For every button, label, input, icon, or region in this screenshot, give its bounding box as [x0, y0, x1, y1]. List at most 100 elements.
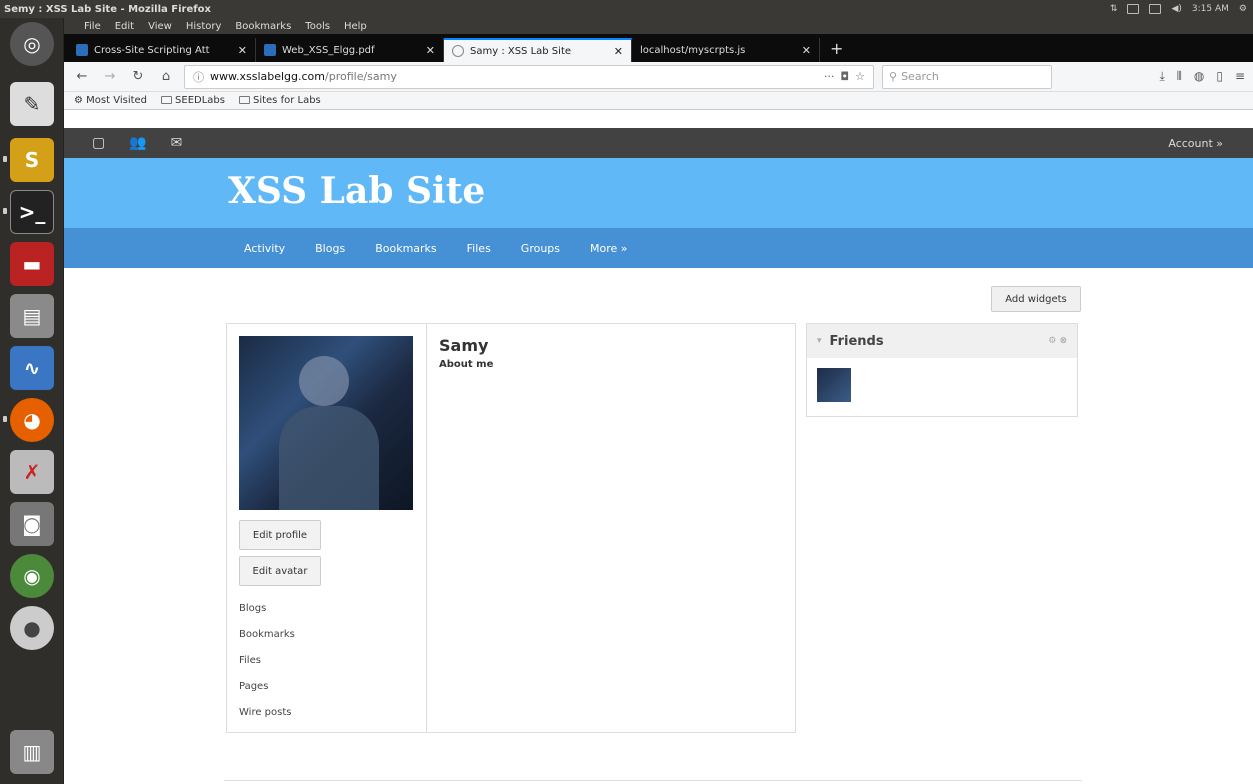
- site-title[interactable]: XSS Lab Site: [228, 170, 485, 212]
- battery-icon[interactable]: [1149, 4, 1162, 14]
- settings-tools-icon[interactable]: ✗: [10, 450, 54, 494]
- owner-link-wire-posts[interactable]: Wire posts: [239, 700, 414, 726]
- elgg-logo-icon[interactable]: ▢: [92, 135, 105, 151]
- bookmark-seedlabs[interactable]: SEEDLabs: [161, 95, 225, 106]
- add-widgets-button[interactable]: Add widgets: [991, 286, 1081, 312]
- firefox-window: File Edit View History Bookmarks Tools H…: [64, 18, 1253, 784]
- widget-settings-icon[interactable]: ⚙: [1048, 336, 1056, 346]
- forward-arrow-icon[interactable]: →: [100, 67, 120, 87]
- site-menu-bookmarks[interactable]: Bookmarks: [375, 242, 436, 255]
- owner-link-bookmarks[interactable]: Bookmarks: [239, 622, 414, 648]
- keyboard-icon[interactable]: [1127, 4, 1140, 14]
- clock[interactable]: 3:15 AM: [1192, 4, 1229, 14]
- navigation-toolbar: ← → ↻ ⌂ ⓘ www.xsslabelgg.com/profile/sam…: [64, 62, 1253, 92]
- window-title: Semy : XSS Lab Site - Mozilla Firefox: [4, 3, 211, 15]
- pdf-icon: [264, 44, 276, 56]
- browser-menu-bar: File Edit View History Bookmarks Tools H…: [64, 18, 1253, 34]
- folder-icon: [161, 96, 173, 104]
- url-bar[interactable]: ⓘ www.xsslabelgg.com/profile/samy ··· ◘ …: [184, 64, 874, 89]
- widget-close-icon[interactable]: ⊗: [1059, 336, 1067, 346]
- friends-widget-title: Friends: [829, 333, 884, 349]
- profile-avatar[interactable]: [239, 336, 413, 510]
- menu-edit[interactable]: Edit: [115, 21, 134, 32]
- os-top-bar: Semy : XSS Lab Site - Mozilla Firefox ⇅ …: [0, 0, 1253, 18]
- file-manager-icon[interactable]: ▤: [10, 294, 54, 338]
- menu-view[interactable]: View: [148, 21, 172, 32]
- running-indicator: [3, 208, 7, 214]
- info-icon[interactable]: ⓘ: [193, 69, 204, 85]
- terminal-icon[interactable]: >_: [10, 190, 54, 234]
- software-updater-icon[interactable]: ◉: [10, 554, 54, 598]
- owner-link-pages[interactable]: Pages: [239, 674, 414, 700]
- running-indicator: [3, 416, 7, 422]
- bookmark-sites-for-labs[interactable]: Sites for Labs: [238, 95, 321, 106]
- library-icon[interactable]: ⫴: [1177, 69, 1182, 84]
- owner-link-files[interactable]: Files: [239, 648, 414, 674]
- search-icon: ⚲: [889, 70, 898, 83]
- friend-avatar[interactable]: [817, 368, 851, 402]
- text-editor-icon[interactable]: ✎: [10, 82, 54, 126]
- url-actions: ··· ◘ ☆: [824, 70, 865, 83]
- search-input[interactable]: ⚲ Search: [882, 64, 1052, 89]
- site-menu-activity[interactable]: Activity: [244, 242, 285, 255]
- system-tray: ⇅ ◀) 3:15 AM ⚙: [1110, 4, 1253, 14]
- back-arrow-icon[interactable]: ←: [72, 67, 92, 87]
- menu-bookmarks[interactable]: Bookmarks: [235, 21, 291, 32]
- toolbar-right: ⤓ ⫴ ◍ ▯ ≡: [1159, 69, 1245, 84]
- app-red-icon[interactable]: ▬: [10, 242, 54, 286]
- menu-file[interactable]: File: [84, 21, 101, 32]
- footer-divider: [224, 780, 1082, 781]
- close-tab-icon[interactable]: ✕: [238, 44, 247, 57]
- tab-strip: Cross-Site Scripting Att ✕ Web_XSS_Elgg.…: [64, 34, 1253, 62]
- download-icon[interactable]: ⤓: [1159, 69, 1164, 84]
- sublime-icon[interactable]: S: [10, 138, 54, 182]
- friends-icon[interactable]: 👥: [129, 135, 146, 151]
- sidebar-icon[interactable]: ▯: [1216, 69, 1223, 84]
- ubuntu-dash-icon[interactable]: ◎: [10, 22, 54, 66]
- settings-gear-icon[interactable]: ⚙: [1239, 4, 1247, 14]
- tab-samy-xss-lab-site[interactable]: Samy : XSS Lab Site ✕: [444, 38, 632, 62]
- menu-tools[interactable]: Tools: [305, 21, 330, 32]
- site-menu-groups[interactable]: Groups: [521, 242, 560, 255]
- messages-envelope-icon[interactable]: ✉: [171, 135, 183, 151]
- account-menu[interactable]: Account »: [1168, 137, 1253, 150]
- disc-icon[interactable]: ●: [10, 606, 54, 650]
- tab-myscripts-js[interactable]: localhost/myscrpts.js ✕: [632, 38, 820, 62]
- running-indicator: [3, 156, 7, 162]
- site-menu-files[interactable]: Files: [467, 242, 491, 255]
- edit-avatar-button[interactable]: Edit avatar: [239, 556, 321, 586]
- owner-link-blogs[interactable]: Blogs: [239, 596, 414, 622]
- site-menu-blogs[interactable]: Blogs: [315, 242, 345, 255]
- firefox-icon[interactable]: ◕: [10, 398, 54, 442]
- url-host: www.xsslabelgg.com: [210, 70, 326, 83]
- bookmark-star-icon[interactable]: ☆: [855, 70, 865, 83]
- menu-help[interactable]: Help: [344, 21, 367, 32]
- pdf-icon: [76, 44, 88, 56]
- tab-web-xss-elgg-pdf[interactable]: Web_XSS_Elgg.pdf ✕: [256, 38, 444, 62]
- pocket-icon[interactable]: ◘: [840, 70, 849, 83]
- reload-icon[interactable]: ↻: [128, 67, 148, 87]
- gear-icon: ⚙: [74, 95, 87, 106]
- bookmarks-toolbar: ⚙ Most Visited SEEDLabs Sites for Labs: [64, 92, 1253, 110]
- trash-icon[interactable]: ▥: [10, 730, 54, 774]
- volume-icon[interactable]: ◀): [1171, 4, 1181, 14]
- edit-profile-button[interactable]: Edit profile: [239, 520, 321, 550]
- close-tab-icon[interactable]: ✕: [426, 44, 435, 57]
- close-tab-icon[interactable]: ✕: [614, 45, 623, 58]
- new-tab-icon[interactable]: +: [820, 39, 853, 62]
- page-actions-icon[interactable]: ···: [824, 70, 835, 83]
- network-icon[interactable]: ⇅: [1110, 4, 1118, 14]
- close-tab-icon[interactable]: ✕: [802, 44, 811, 57]
- site-menu-more[interactable]: More »: [590, 242, 628, 255]
- tab-cross-site-scripting[interactable]: Cross-Site Scripting Att ✕: [68, 38, 256, 62]
- hamburger-menu-icon[interactable]: ≡: [1235, 69, 1245, 84]
- home-icon[interactable]: ⌂: [156, 67, 176, 87]
- friends-widget: ▾ Friends ⚙ ⊗: [806, 323, 1078, 417]
- bookmark-most-visited[interactable]: ⚙ Most Visited: [74, 95, 147, 106]
- menu-history[interactable]: History: [186, 21, 222, 32]
- camera-icon[interactable]: ◙: [10, 502, 54, 546]
- extension-icon[interactable]: ◍: [1194, 69, 1204, 84]
- collapse-arrow-icon[interactable]: ▾: [817, 336, 822, 346]
- elgg-topbar: ▢ 👥 ✉ Account »: [64, 128, 1253, 158]
- wireshark-icon[interactable]: ∿: [10, 346, 54, 390]
